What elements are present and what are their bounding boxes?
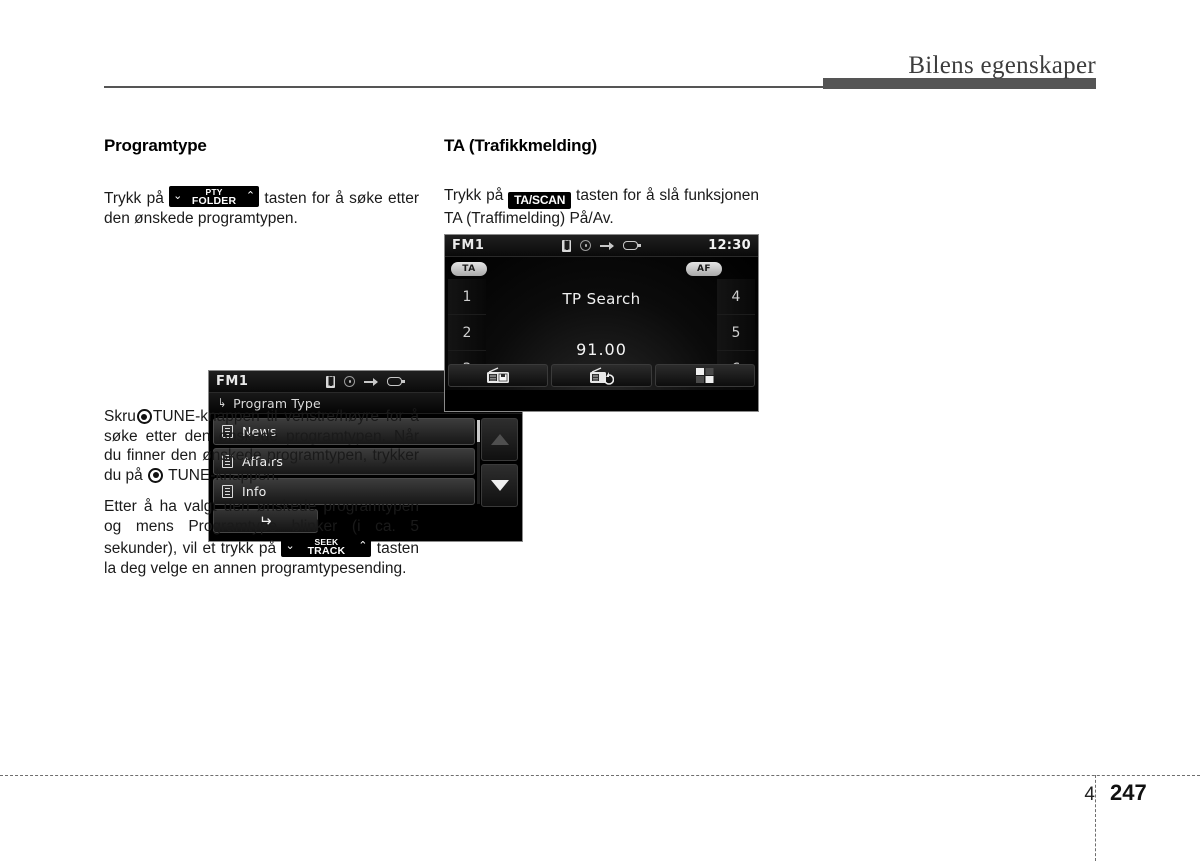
status-bar: FM1 12:30 <box>445 235 758 257</box>
ta-scan-key: TA/SCAN <box>508 192 572 209</box>
radio-scan-button[interactable] <box>551 364 652 387</box>
screen-tp-search: FM1 12:30 TA AF 1 2 3 4 5 6 TP Search 91… <box>444 234 759 412</box>
pty-folder-key: ⌄ PTY FOLDER ⌃ <box>169 186 260 207</box>
header-rule-thin <box>104 86 826 88</box>
paragraph-ta-intro: Trykk på TA/SCAN tasten for å slå funksj… <box>444 186 759 229</box>
seek-track-key: ⌄ SEEK TRACK ⌃ <box>281 536 372 557</box>
preset-grid-icon <box>695 368 714 383</box>
bluetooth-icon <box>562 239 572 252</box>
aux-icon <box>623 241 642 250</box>
intro-text-before: Trykk på <box>104 190 164 207</box>
section-title-programtype: Programtype <box>104 136 207 155</box>
scroll-up-button[interactable] <box>481 418 518 461</box>
status-clock: 12:30 <box>708 238 751 253</box>
status-badge-af[interactable]: AF <box>686 262 722 276</box>
tune-knob-icon <box>148 467 164 483</box>
left-column-text-block: Skru TUNE-knappen til venstre/høyre for å… <box>104 407 419 578</box>
radio-display: TA AF 1 2 3 4 5 6 TP Search 91.00 <box>445 257 758 390</box>
scroll-down-icon <box>490 480 509 491</box>
paragraph-tune: Skru TUNE-knappen til venstre/høyre for å… <box>104 407 419 485</box>
status-source-label: FM1 <box>216 374 249 389</box>
tune-text-before: Skru <box>104 408 136 425</box>
disc-icon <box>344 376 356 387</box>
status-icon-group <box>256 375 472 388</box>
folio-chapter-number: 4 <box>1084 784 1095 805</box>
scroll-up-icon <box>490 434 509 445</box>
left-column: Programtype Trykk på ⌄ PTY FOLDER ⌃ tast… <box>104 136 523 577</box>
crop-mark-horizontal <box>0 775 1200 776</box>
radio-save-icon <box>487 367 510 383</box>
section-title-ta: TA (Trafikkmelding) <box>444 136 597 155</box>
page-title: Bilens egenskaper <box>908 52 1096 79</box>
scrollbar-thumb[interactable] <box>477 420 480 442</box>
scroll-down-button[interactable] <box>481 464 518 507</box>
usb-icon <box>600 241 615 250</box>
seek-text-before: Etter å ha valgt den ønskede programtype… <box>104 498 419 557</box>
chevron-up-icon: ⌃ <box>245 190 256 202</box>
paragraph-seek: Etter å ha valgt den ønskede programtype… <box>104 497 419 578</box>
chevron-up-icon: ⌃ <box>358 540 368 552</box>
radio-save-button[interactable] <box>448 364 549 387</box>
scroll-button-group <box>481 418 518 507</box>
tune-knob-icon <box>136 409 152 424</box>
preset-grid-button[interactable] <box>654 364 755 387</box>
page-folio: 4 247 <box>1060 780 1180 806</box>
folio-page-number: 247 <box>1110 780 1147 805</box>
bluetooth-icon <box>326 375 336 388</box>
function-button-bar <box>445 362 758 390</box>
tune-text-after: TUNE-knappen. <box>168 466 280 484</box>
status-source-label: FM1 <box>452 238 485 253</box>
usb-icon <box>364 377 379 386</box>
tp-search-status: TP Search <box>562 290 641 308</box>
status-icon-group <box>492 239 708 252</box>
scrollbar[interactable] <box>477 420 480 504</box>
right-column: TA (Trafikkmelding) Trykk på TA/SCAN tas… <box>444 136 759 241</box>
radio-scan-icon <box>590 367 615 385</box>
ta-text-before: Trykk på <box>444 187 504 204</box>
disc-icon <box>580 240 592 251</box>
frequency-display: 91.00 <box>576 340 627 359</box>
aux-icon <box>387 377 406 386</box>
paragraph-pty-intro: Trykk på ⌄ PTY FOLDER ⌃ tasten for å søk… <box>104 186 419 228</box>
status-badge-ta[interactable]: TA <box>451 262 487 276</box>
